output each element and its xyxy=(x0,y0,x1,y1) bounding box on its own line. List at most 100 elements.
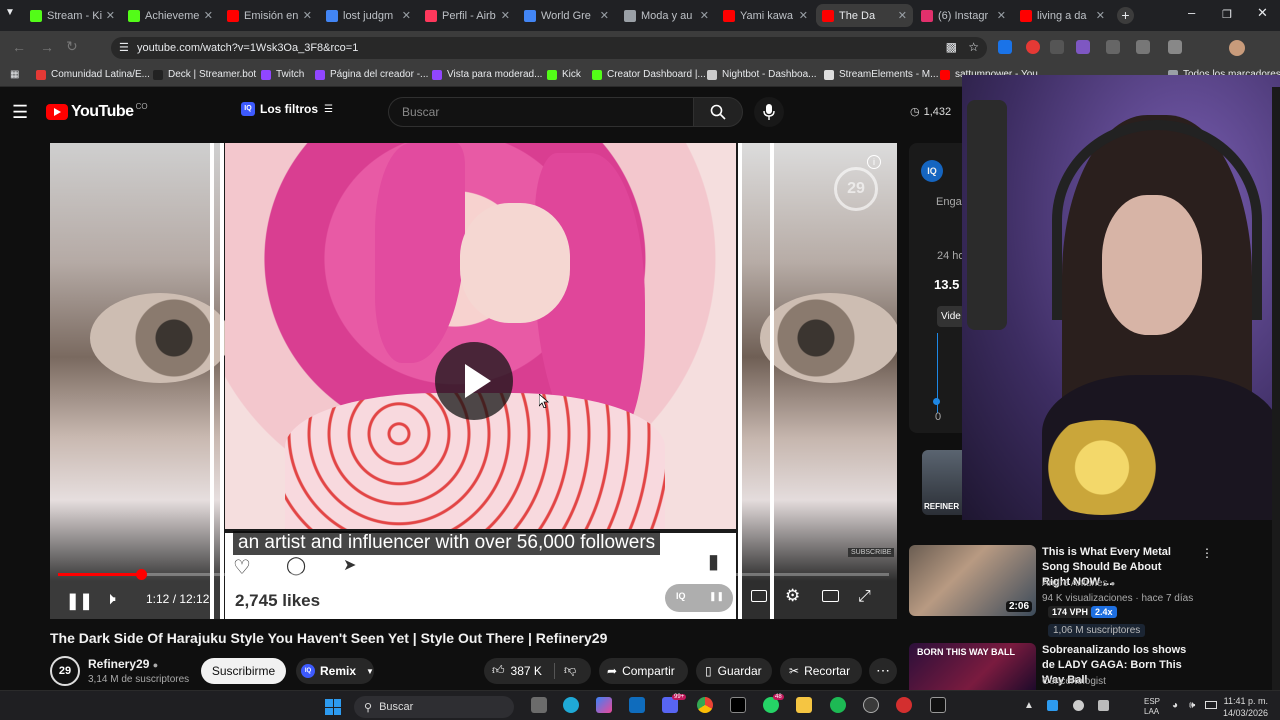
obs-icon[interactable] xyxy=(863,697,879,713)
filters-button[interactable]: IQ Los filtros ☰ xyxy=(241,102,333,116)
bookmark-item[interactable]: Comunidad Latina/E... xyxy=(36,69,150,80)
app-icon[interactable] xyxy=(896,697,912,713)
play-overlay-button[interactable] xyxy=(435,342,513,420)
extension-icon[interactable] xyxy=(1106,40,1120,54)
channel-name[interactable]: Refinery29 ● xyxy=(88,657,158,671)
capcut-icon[interactable] xyxy=(730,697,746,713)
settings-gear-icon[interactable]: ⚙ xyxy=(785,586,800,606)
restore-icon[interactable]: ❐ xyxy=(1222,8,1232,21)
bookmark-item[interactable]: Nightbot - Dashboa... xyxy=(707,69,817,80)
video-player[interactable]: 29 i an artist and influencer with over … xyxy=(50,143,897,619)
taskbar-search[interactable]: ⚲ Buscar xyxy=(354,696,514,718)
minimize-icon[interactable]: – xyxy=(1188,5,1195,20)
copilot-icon[interactable] xyxy=(596,697,612,713)
browser-tab[interactable]: lost judgm ✕ xyxy=(320,4,417,27)
pause-icon[interactable]: ❚❚ xyxy=(66,591,93,611)
bookmark-star-icon[interactable]: ☆ xyxy=(968,40,979,54)
tray-icon[interactable] xyxy=(1098,700,1109,711)
volume-icon[interactable]: 🕨 xyxy=(105,589,116,609)
extensions-puzzle-icon[interactable] xyxy=(1168,40,1182,54)
related-video-item[interactable]: BORN THIS WAY BALL Sobreanalizando los s… xyxy=(909,643,1269,691)
tab-close-icon[interactable]: ✕ xyxy=(303,9,312,22)
tab-close-icon[interactable]: ✕ xyxy=(997,9,1006,22)
tab-close-icon[interactable]: ✕ xyxy=(204,9,213,22)
related-video-item[interactable]: 2:06 This is What Every Metal Song Shoul… xyxy=(909,545,1269,637)
tab-close-icon[interactable]: ✕ xyxy=(898,9,907,22)
info-icon[interactable]: i xyxy=(867,155,881,169)
bookmark-item[interactable]: StreamElements - M... xyxy=(824,69,938,80)
capcut-icon[interactable] xyxy=(930,697,946,713)
forward-icon[interactable]: → xyxy=(40,39,54,55)
related-video-channel[interactable]: Concertologist xyxy=(1042,676,1106,687)
menu-icon[interactable]: ☰ xyxy=(12,102,28,123)
tray-chevron-icon[interactable]: ▲ xyxy=(1024,700,1034,711)
related-video-channel[interactable]: Andre Antunes ● xyxy=(1042,578,1115,589)
like-button[interactable]: 👍︎ 387 K xyxy=(492,663,542,678)
youtube-logo[interactable]: YouTube CO xyxy=(46,102,148,121)
browser-tab[interactable]: World Gre ✕ xyxy=(518,4,615,27)
edge-icon[interactable] xyxy=(563,697,579,713)
browser-tab[interactable]: Stream - Ki ✕ xyxy=(24,4,121,27)
chrome-icon[interactable] xyxy=(697,697,713,713)
voice-search-button[interactable] xyxy=(754,97,784,127)
extension-icon[interactable] xyxy=(998,40,1012,54)
remix-button[interactable]: IQ Remix ▼ xyxy=(296,658,374,684)
channel-avatar[interactable]: 29 xyxy=(50,656,80,686)
thumbs-down-icon[interactable]: 👎︎ xyxy=(564,663,576,678)
new-tab-button[interactable]: + xyxy=(1117,7,1134,24)
apps-icon[interactable]: ▦ xyxy=(10,69,19,80)
clock-time[interactable]: 11:41 p. m. xyxy=(1222,696,1268,706)
tab-close-icon[interactable]: ✕ xyxy=(1096,9,1105,22)
video-tab[interactable]: Vide xyxy=(937,306,965,327)
battery-icon[interactable] xyxy=(1205,701,1217,709)
theater-mode-icon[interactable] xyxy=(822,590,839,602)
search-box[interactable]: Buscar xyxy=(388,97,693,127)
browser-tab[interactable]: Emisión en ✕ xyxy=(221,4,318,27)
profile-avatar[interactable] xyxy=(1229,40,1245,56)
more-actions-button[interactable]: ⋯ xyxy=(869,658,897,684)
pause-small-icon[interactable]: ❚❚ xyxy=(709,591,724,602)
tab-close-icon[interactable]: ✕ xyxy=(600,9,609,22)
search-input[interactable]: Buscar xyxy=(402,105,439,119)
sidebar-thumbnail-partial[interactable]: REFINER xyxy=(922,450,962,515)
kebab-menu-icon[interactable]: ⋮ xyxy=(1201,546,1213,560)
tray-icon[interactable] xyxy=(1047,700,1058,711)
tab-close-icon[interactable]: ✕ xyxy=(402,9,411,22)
bookmark-item[interactable]: Deck | Streamer.bot xyxy=(153,69,256,80)
extension-icon[interactable] xyxy=(1076,40,1090,54)
tray-icon[interactable] xyxy=(1073,700,1084,711)
tab-close-icon[interactable]: ✕ xyxy=(501,9,510,22)
browser-tab[interactable]: Moda y au ✕ xyxy=(618,4,715,27)
bookmark-item[interactable]: Creator Dashboard |... xyxy=(592,69,706,80)
extension-icon[interactable] xyxy=(1136,40,1150,54)
start-button[interactable] xyxy=(325,699,341,715)
progress-bar[interactable] xyxy=(58,569,889,580)
task-view-icon[interactable] xyxy=(531,697,547,713)
file-explorer-icon[interactable] xyxy=(796,697,812,713)
browser-tab[interactable]: Achieveme ✕ xyxy=(122,4,219,27)
outlook-icon[interactable] xyxy=(629,697,645,713)
scrollbar[interactable] xyxy=(1272,87,1280,690)
site-info-icon[interactable]: ☰ xyxy=(119,41,129,54)
browser-tab[interactable]: living a da ✕ xyxy=(1014,4,1111,27)
bookmark-item[interactable]: Kick xyxy=(547,69,581,80)
subtitles-icon[interactable] xyxy=(751,590,767,602)
fullscreen-icon[interactable]: ⤢ xyxy=(858,588,871,606)
close-window-icon[interactable]: ✕ xyxy=(1257,5,1268,21)
browser-tab[interactable]: (6) Instagr ✕ xyxy=(915,4,1012,27)
bookmark-item[interactable]: Página del creador -... xyxy=(315,69,428,80)
iq-icon[interactable]: IQ xyxy=(921,160,943,182)
clock-date[interactable]: 14/03/2026 xyxy=(1218,708,1268,718)
channel-watermark[interactable]: 29 xyxy=(834,167,878,211)
tab-list-menu-icon[interactable]: ▼ xyxy=(5,7,15,18)
subscribe-button[interactable]: Suscribirme xyxy=(201,658,286,684)
browser-tab[interactable]: Yami kawa ✕ xyxy=(717,4,814,27)
browser-tab[interactable]: The Da ✕ xyxy=(816,4,913,27)
iq-icon[interactable]: IQ xyxy=(676,591,686,601)
language-indicator[interactable]: ESP LAA xyxy=(1144,697,1160,717)
back-icon[interactable]: ← xyxy=(12,39,26,55)
clip-button[interactable]: ✂ Recortar xyxy=(780,658,862,684)
reload-icon[interactable]: ↻ xyxy=(66,38,78,55)
save-button[interactable]: ▯ Guardar xyxy=(696,658,772,684)
extension-icon[interactable] xyxy=(1050,40,1064,54)
